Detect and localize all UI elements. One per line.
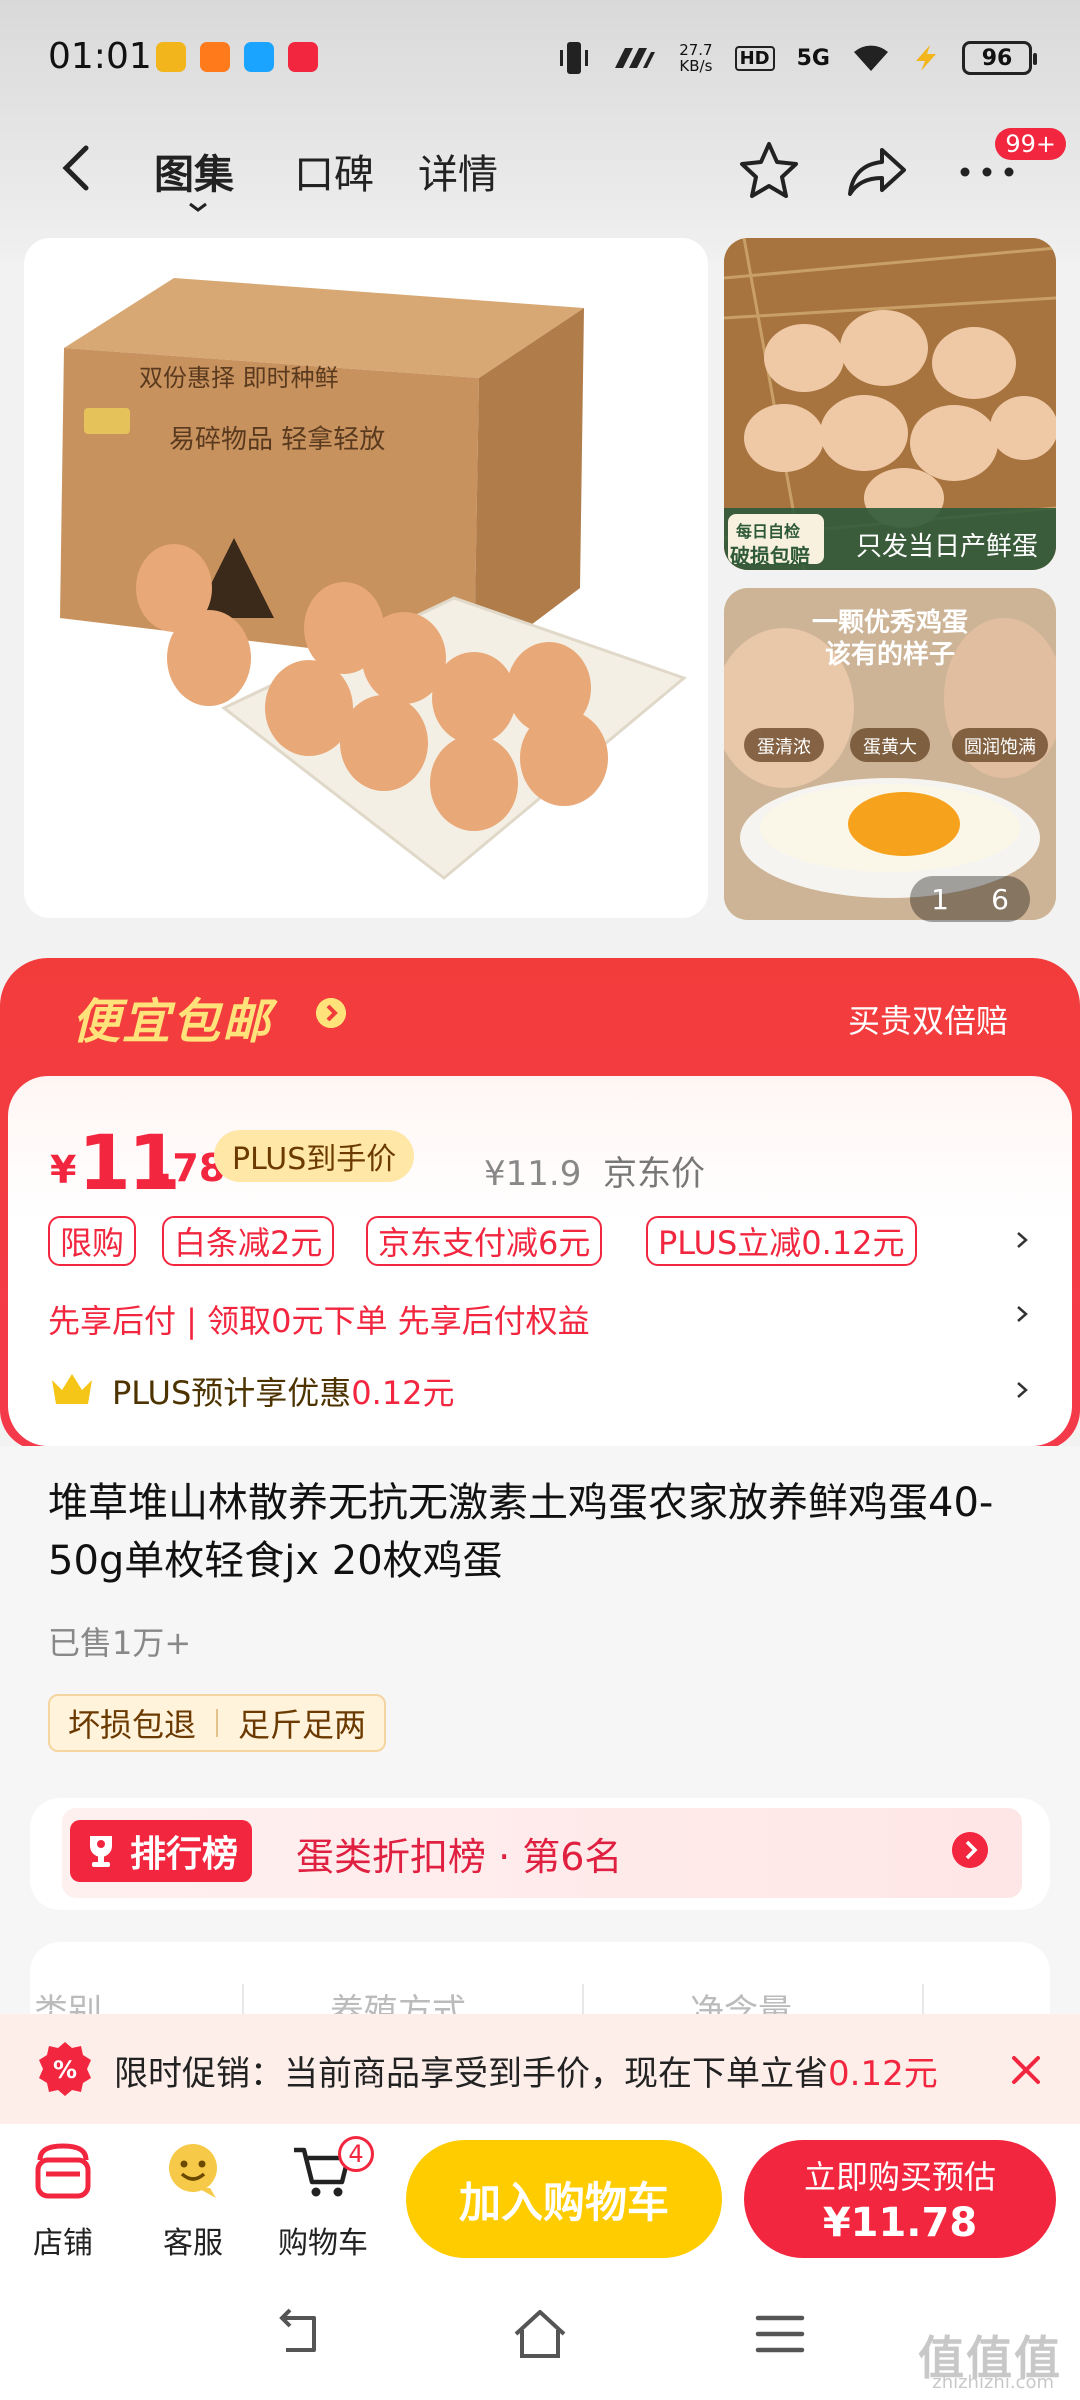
thumb2-tag: 蛋清浓 [757,737,811,758]
shop-icon[interactable] [30,2138,96,2204]
egg-box-illustration: 双份惠择 即时种鲜 易碎物品 轻拿轻放 [60,278,687,880]
box-print-text: 双份惠择 即时种鲜 [139,364,339,392]
box-print-text: 易碎物品 轻拿轻放 [169,425,385,455]
guarantee-item: 坏损包退 [68,1706,197,1744]
cart-label[interactable]: 购物车 [258,2218,388,2262]
thumb-caption: 只发当日产鲜蛋 [856,532,1039,562]
customer-service-label[interactable]: 客服 [128,2218,258,2262]
sold-count: 已售1万+ [48,1624,192,1662]
back-icon[interactable] [50,138,110,198]
vibrate-icon [560,42,589,74]
tab-details[interactable]: 详情 [418,142,498,200]
chevron-right-icon[interactable] [1012,1230,1032,1250]
discount-icon: % [39,2042,91,2096]
gallery-thumbnail[interactable]: 每日自检 破损包赔 只发当日产鲜蛋 [724,238,1056,570]
thumb2-tag: 圆润饱满 [964,737,1036,758]
limited-promo-text: 限时促销：当前商品享受到手价，现在下单立省0.12元 [114,2054,938,2094]
crown-icon [52,1374,92,1404]
system-back-icon[interactable] [270,2304,330,2364]
signal-icon: 5G [796,45,830,71]
app-notification-icon [156,42,186,72]
hd-icon: HD [734,45,775,71]
chevron-right-icon[interactable] [1012,1304,1032,1324]
nfc-icon [615,48,656,68]
favorite-star-icon[interactable] [734,136,804,206]
message-badge: 99+ [995,128,1066,160]
thumb-badge-bottom: 破损包赔 [730,544,810,568]
gallery-counter: 1 6 [910,876,1030,922]
status-time: 01:01 [48,36,152,77]
close-icon[interactable] [1006,2050,1046,2090]
ranking-text: 蛋类折扣榜 · 第6名 [296,1835,623,1879]
cheap-free-shipping-title[interactable]: 便宜包邮 [72,982,272,1052]
buy-now-button[interactable]: 立即购买预估 ¥11.78 [744,2140,1056,2258]
chevron-right-icon[interactable] [1012,1380,1032,1400]
charging-icon [916,45,936,71]
wifi-icon [854,45,888,71]
share-icon[interactable] [842,136,912,206]
coupon-tag[interactable]: PLUS立减0.12元 [646,1216,917,1266]
double-compensation-text[interactable]: 买贵双倍赔 [848,996,1008,1042]
coupon-tag[interactable]: 京东支付减6元 [366,1216,603,1266]
tab-gallery[interactable]: 图集 [154,142,234,200]
chevron-right-icon[interactable] [952,1832,988,1868]
product-title: 堆草堆山林散养无抗无激素土鸡蛋农家放养鲜鸡蛋40-50g单枚轻食jx 20枚鸡蛋 [48,1480,994,1584]
coupon-tag[interactable]: 白条减2元 [162,1216,335,1266]
plus-price-tag: PLUS到手价 [214,1130,415,1182]
thumb2-subtitle: 该有的样子 [824,640,955,670]
main-product-image[interactable]: 双份惠择 即时种鲜 易碎物品 轻拿轻放 [24,238,708,918]
customer-service-icon[interactable] [160,2138,226,2204]
system-home-icon[interactable] [510,2304,570,2364]
shop-label[interactable]: 店铺 [0,2218,128,2262]
cart-count-badge: 4 [338,2136,374,2172]
jd-price: ¥11.9 京东价 [484,1154,705,1194]
currency-symbol: ¥ [50,1148,77,1192]
coupon-tag[interactable]: 限购 [48,1216,137,1266]
status-bar: 01:01 27.7 KB/s HD 5G 96 [0,0,1080,120]
trophy-icon [90,1836,112,1867]
network-speed: 27.7 KB/s [679,41,713,75]
system-menu-icon[interactable] [750,2304,810,2364]
plus-benefit-text[interactable]: PLUS预计享优惠0.12元 [112,1368,455,1414]
service-guarantee[interactable]: 坏损包退 足斤足两 [48,1694,387,1752]
svg-text:%: % [53,2056,77,2084]
add-to-cart-button[interactable]: 加入购物车 [406,2140,722,2258]
chevron-right-icon[interactable] [316,998,346,1028]
status-icons: 27.7 KB/s HD 5G 96 [559,38,1037,78]
app-notification-icon [200,42,230,72]
watermark-url: zhizhizhi.com [932,2372,1054,2393]
pay-later-text[interactable]: 先享后付 | 领取0元下单 先享后付权益 [48,1296,590,1342]
app-notification-icon [288,42,318,72]
battery-icon: 96 [962,41,1037,75]
divider [216,1709,219,1737]
gallery-thumbnail[interactable]: 一颗优秀鸡蛋 该有的样子 蛋清浓 蛋黄大 圆润饱满 [724,588,1056,920]
qq-notification-icon [244,42,274,72]
active-tab-indicator [189,202,207,212]
thumb-badge-top: 每日自检 [736,522,801,541]
guarantee-item: 足斤足两 [238,1706,367,1744]
thumb2-tag: 蛋黄大 [863,737,917,758]
tab-reviews[interactable]: 口碑 [294,142,374,200]
